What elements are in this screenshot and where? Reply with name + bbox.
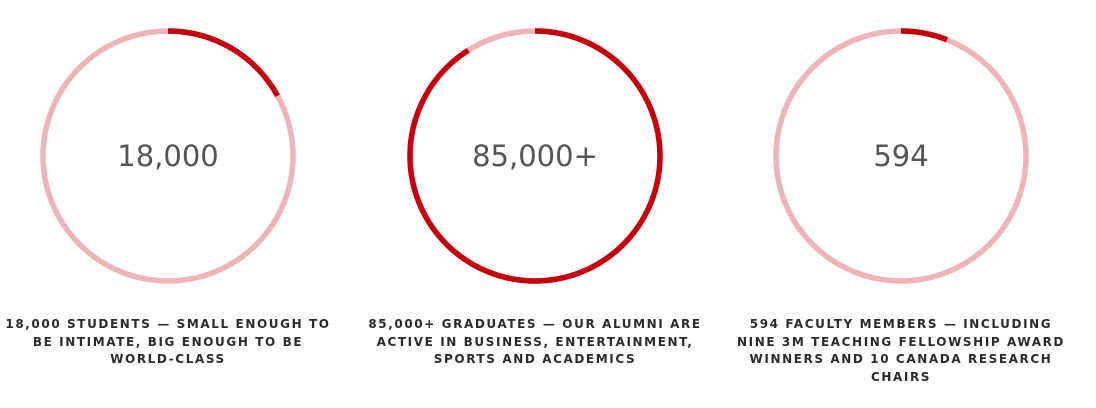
caption-line: WORLD-CLASS: [110, 352, 226, 366]
progress-ring-graduates: 85,000+: [407, 28, 663, 284]
caption-line: 594 FACULTY MEMBERS — INCLUDING: [749, 317, 1053, 331]
stat-graduates: 85,000+ 85,000+ GRADUATES — OUR ALUMNI A…: [365, 0, 705, 408]
stat-caption: 85,000+ GRADUATES — OUR ALUMNI ARE ACTIV…: [365, 316, 705, 369]
stat-caption: 594 FACULTY MEMBERS — INCLUDING NINE 3M …: [731, 316, 1071, 386]
caption-line: 18,000 STUDENTS — SMALL ENOUGH TO: [5, 317, 331, 331]
stat-number: 594: [873, 139, 928, 173]
caption-line: NINE 3M TEACHING FELLOWSHIP AWARD: [736, 334, 1065, 349]
progress-ring-faculty: 594: [773, 28, 1029, 284]
caption-line: WINNERS AND 10 CANADA RESEARCH: [749, 352, 1053, 366]
caption-line: 85,000+ GRADUATES — OUR ALUMNI ARE: [368, 317, 702, 331]
stat-number: 85,000+: [472, 139, 598, 173]
caption-line: ACTIVE IN BUSINESS, ENTERTAINMENT,: [376, 334, 694, 349]
caption-line: CHAIRS: [870, 369, 932, 384]
stat-faculty: 594 594 FACULTY MEMBERS — INCLUDING NINE…: [731, 0, 1071, 408]
stat-number: 18,000: [117, 139, 218, 173]
progress-ring-students: 18,000: [40, 28, 296, 284]
caption-line: BE INTIMATE, BIG ENOUGH TO BE: [32, 334, 304, 349]
caption-line: SPORTS AND ACADEMICS: [433, 352, 637, 366]
stat-caption: 18,000 STUDENTS — SMALL ENOUGH TO BE INT…: [0, 316, 338, 369]
stat-students: 18,000 18,000 STUDENTS — SMALL ENOUGH TO…: [0, 0, 338, 408]
